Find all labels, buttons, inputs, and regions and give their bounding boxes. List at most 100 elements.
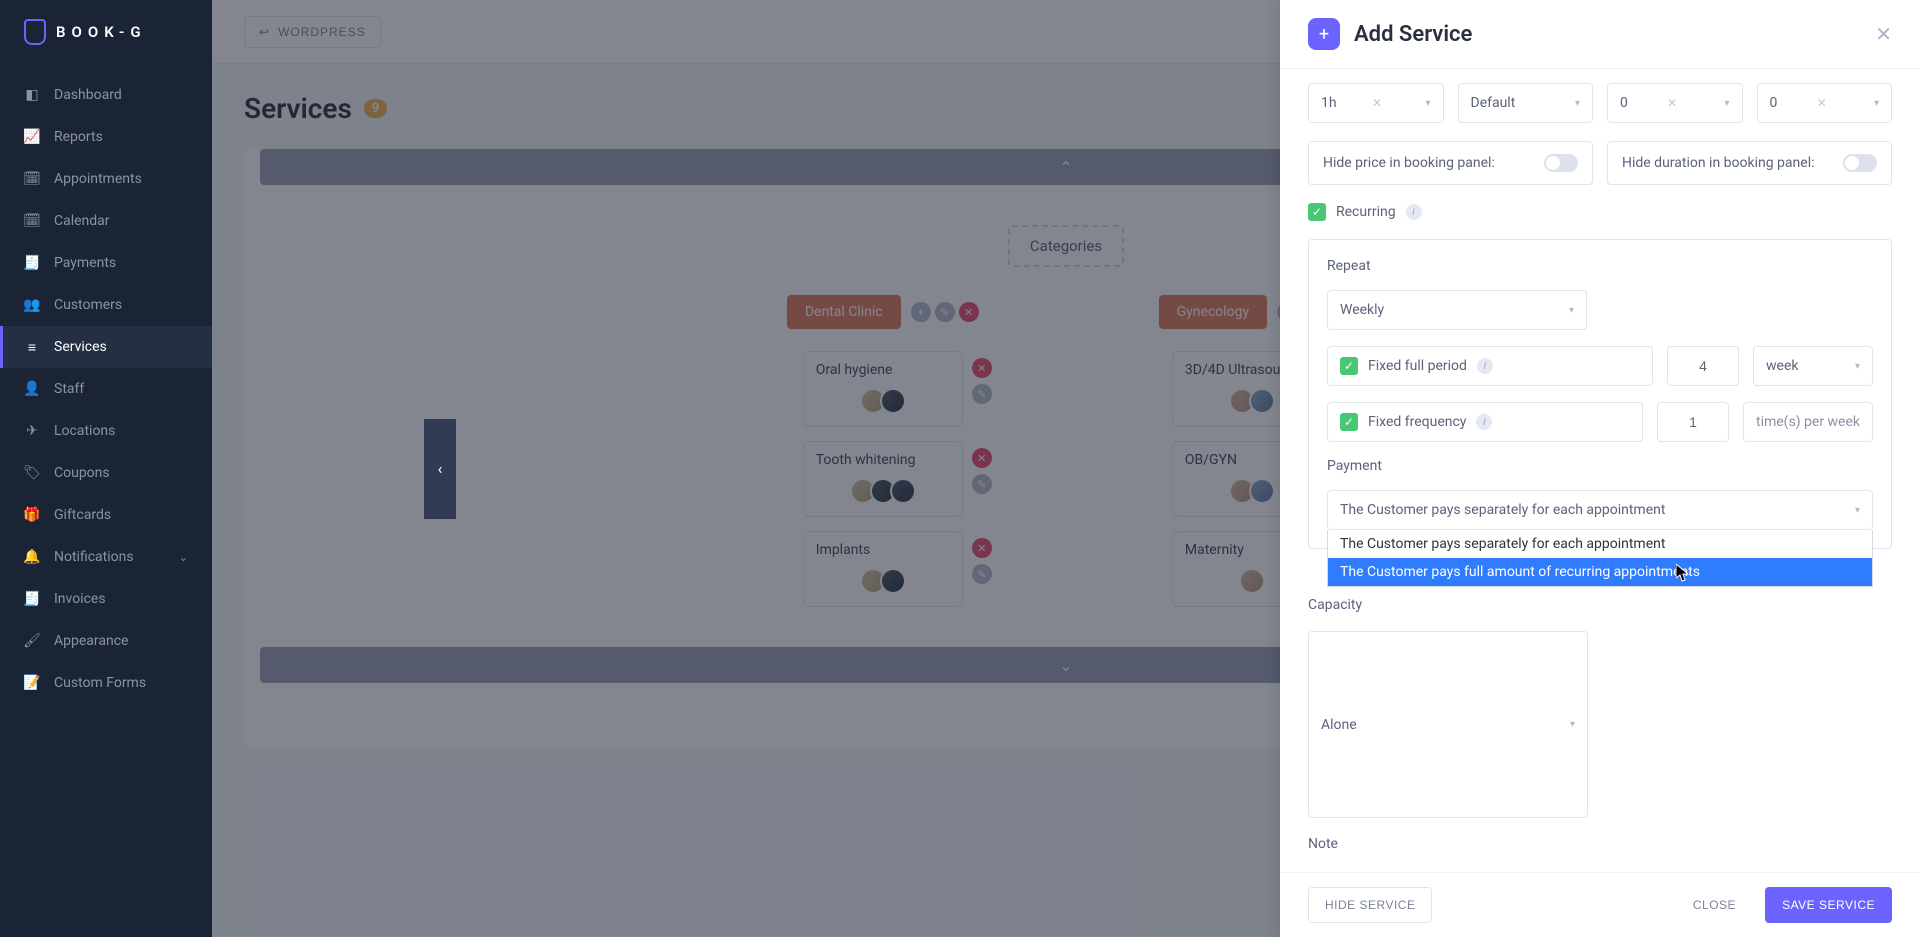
sidebar-item-reports[interactable]: 📈Reports: [0, 116, 212, 158]
chevron-down-icon: ▾: [1874, 98, 1879, 109]
capacity-label: Capacity: [1308, 597, 1892, 613]
chevron-down-icon: ▾: [1855, 361, 1860, 372]
calendar-icon: 🗓: [24, 213, 40, 229]
sidebar-item-label: Payments: [54, 255, 116, 271]
payment-label: Payment: [1327, 458, 1873, 474]
sidebar-item-staff[interactable]: 👤 Staff: [0, 368, 212, 410]
recurring-checkbox[interactable]: ✓: [1308, 203, 1326, 221]
sidebar-item-label: Custom Forms: [54, 675, 146, 691]
sidebar-item-calendar[interactable]: 🗓 Calendar: [0, 200, 212, 242]
invoices-icon: 🧾: [24, 591, 40, 607]
fixed-frequency-row: ✓ Fixed frequency i time(s) per week: [1327, 402, 1873, 442]
duration-select[interactable]: 1h ✕ ▾: [1308, 83, 1444, 123]
capacity-select[interactable]: Alone ▾: [1308, 631, 1588, 818]
chevron-down-icon: ⌄: [179, 551, 188, 564]
hide-toggles-row: Hide price in booking panel: Hide durati…: [1308, 141, 1892, 185]
fixed-full-period-input[interactable]: [1667, 346, 1739, 386]
logo: BOOK-G: [0, 0, 212, 64]
clear-icon[interactable]: ✕: [1667, 96, 1677, 110]
sidebar-item-custom-forms[interactable]: 📝 Custom Forms: [0, 662, 212, 704]
template-select[interactable]: Default ▾: [1458, 83, 1594, 123]
customers-icon: 👥: [24, 297, 40, 313]
panel-title: Add Service: [1354, 22, 1472, 47]
save-service-button[interactable]: SAVE SERVICE: [1765, 887, 1892, 923]
payment-selected: The Customer pays separately for each ap…: [1340, 502, 1665, 518]
sidebar-item-appointments[interactable]: 🗓 Appointments: [0, 158, 212, 200]
sidebar-item-dashboard[interactable]: ◧Dashboard: [0, 74, 212, 116]
info-icon[interactable]: i: [1406, 204, 1422, 220]
logo-text: BOOK-G: [56, 23, 147, 41]
appearance-icon: 🖌: [24, 633, 40, 649]
fixed-frequency-unit: time(s) per week: [1743, 402, 1873, 442]
main: ↩ WORDPRESS Services 9 ⌃ Categories Dent…: [212, 0, 1920, 937]
payment-option-1[interactable]: The Customer pays full amount of recurri…: [1328, 558, 1872, 586]
hide-service-button[interactable]: HIDE SERVICE: [1308, 887, 1432, 923]
clear-icon[interactable]: ✕: [1372, 96, 1382, 110]
sidebar-item-label: Locations: [54, 423, 115, 439]
fixed-full-period-unit-select[interactable]: week ▾: [1753, 346, 1873, 386]
sidebar-collapse-handle[interactable]: ‹: [424, 419, 456, 519]
sidebar-item-label: Staff: [54, 381, 84, 397]
info-icon[interactable]: i: [1477, 358, 1493, 374]
sidebar-item-services[interactable]: ≡Services: [0, 326, 212, 368]
panel-footer: HIDE SERVICE CLOSE SAVE SERVICE: [1280, 872, 1920, 937]
chevron-down-icon: ▾: [1855, 505, 1860, 516]
repeat-label: Repeat: [1327, 258, 1873, 274]
sidebar-item-label: Customers: [54, 297, 122, 313]
sidebar-item-customers[interactable]: 👥 Customers: [0, 284, 212, 326]
sidebar-item-label: Invoices: [54, 591, 106, 607]
sidebar-item-coupons[interactable]: 🏷 Coupons: [0, 452, 212, 494]
hide-duration-toggle[interactable]: [1843, 154, 1877, 172]
num2-select[interactable]: 0 ✕ ▾: [1757, 83, 1893, 123]
sidebar-item-appearance[interactable]: 🖌Appearance: [0, 620, 212, 662]
template-value: Default: [1471, 95, 1516, 111]
fixed-period-row: ✓ Fixed full period i week ▾: [1327, 346, 1873, 386]
sidebar-item-giftcards[interactable]: 🎁Giftcards: [0, 494, 212, 536]
coupons-icon: 🏷: [24, 465, 40, 481]
fixed-full-period-label: Fixed full period: [1368, 358, 1467, 374]
locations-icon: ✈: [24, 423, 40, 439]
fixed-frequency-checkbox[interactable]: ✓: [1340, 413, 1358, 431]
fixed-frequency-input[interactable]: [1657, 402, 1729, 442]
sidebar-item-locations[interactable]: ✈ Locations: [0, 410, 212, 452]
payment-select[interactable]: The Customer pays separately for each ap…: [1327, 490, 1873, 530]
sidebar-item-payments[interactable]: 🧾 Payments: [0, 242, 212, 284]
payments-icon: 🧾: [24, 255, 40, 271]
info-icon[interactable]: i: [1476, 414, 1492, 430]
appointments-icon: 🗓: [24, 171, 40, 187]
fixed-frequency-label: Fixed frequency: [1368, 414, 1466, 430]
logo-icon: [24, 19, 46, 45]
panel-header: + Add Service ✕: [1280, 0, 1920, 69]
sidebar-item-label: Coupons: [54, 465, 110, 481]
recurring-row: ✓ Recurring i: [1308, 203, 1892, 221]
chevron-down-icon: ▾: [1724, 98, 1729, 109]
clear-icon[interactable]: ✕: [1817, 96, 1827, 110]
fixed-frequency-card: ✓ Fixed frequency i: [1327, 402, 1643, 442]
num2-value: 0: [1770, 95, 1778, 111]
fixed-full-period-checkbox[interactable]: ✓: [1340, 357, 1358, 375]
sidebar-item-label: Appointments: [54, 171, 142, 187]
num1-select[interactable]: 0 ✕ ▾: [1607, 83, 1743, 123]
sidebar-item-label: Calendar: [54, 213, 110, 229]
add-service-panel: + Add Service ✕ 1h ✕ ▾ Default ▾: [1280, 0, 1920, 937]
notifications-icon: 🔔: [24, 549, 40, 565]
sidebar-item-invoices[interactable]: 🧾 Invoices: [0, 578, 212, 620]
sidebar-item-label: Reports: [54, 129, 103, 145]
custom-forms-icon: 📝: [24, 675, 40, 691]
chevron-left-icon: ‹: [438, 459, 443, 478]
sidebar-item-notifications[interactable]: 🔔 Notifications ⌄: [0, 536, 212, 578]
payment-option-0[interactable]: The Customer pays separately for each ap…: [1328, 530, 1872, 558]
close-icon[interactable]: ✕: [1875, 22, 1892, 46]
services-icon: ≡: [24, 339, 40, 355]
staff-icon: 👤: [24, 381, 40, 397]
sidebar: BOOK-G ◧Dashboard📈Reports 🗓 Appointments 🗓 C…: [0, 0, 212, 937]
hide-price-toggle[interactable]: [1544, 154, 1578, 172]
close-button[interactable]: CLOSE: [1676, 887, 1753, 923]
sidebar-item-label: Notifications: [54, 549, 134, 565]
recurring-group: Repeat Weekly ▾ ✓ Fixed full period i: [1308, 239, 1892, 549]
nav: ◧Dashboard📈Reports 🗓 Appointments 🗓 Calendar…: [0, 64, 212, 937]
chevron-down-icon: ▾: [1575, 98, 1580, 109]
chevron-down-icon: ▾: [1569, 305, 1574, 316]
repeat-select[interactable]: Weekly ▾: [1327, 290, 1587, 330]
capacity-value: Alone: [1321, 717, 1357, 733]
